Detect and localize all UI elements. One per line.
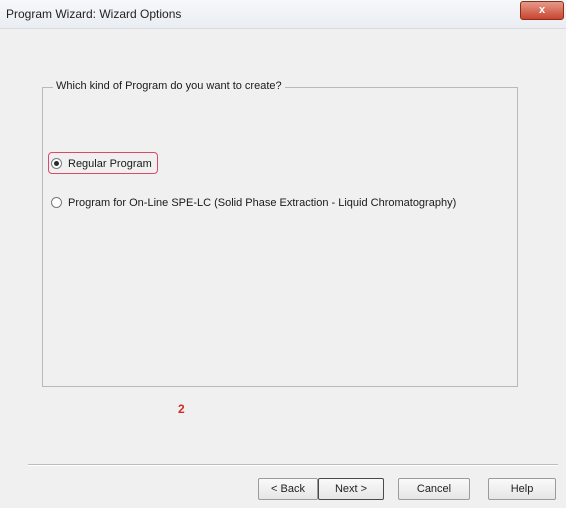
step-annotation: 2 <box>178 402 185 416</box>
close-button[interactable]: x <box>520 1 564 20</box>
regular-program-label[interactable]: Regular Program <box>68 158 152 170</box>
radio-unchecked-icon[interactable] <box>51 196 62 208</box>
back-button[interactable]: < Back <box>258 478 318 500</box>
cancel-button[interactable]: Cancel <box>398 478 470 500</box>
wizard-window: Program Wizard: Wizard Options x Which k… <box>0 0 566 508</box>
program-type-group: Which kind of Program do you want to cre… <box>42 80 518 387</box>
spe-lc-program-option[interactable]: Program for On-Line SPE-LC (Solid Phase … <box>51 195 456 211</box>
regular-program-option[interactable]: Regular Program <box>51 156 152 172</box>
help-button[interactable]: Help <box>488 478 556 500</box>
close-icon: x <box>538 4 546 16</box>
spe-lc-program-label[interactable]: Program for On-Line SPE-LC (Solid Phase … <box>68 197 456 209</box>
group-legend: Which kind of Program do you want to cre… <box>53 80 285 92</box>
next-button[interactable]: Next > <box>318 478 384 500</box>
window-title: Program Wizard: Wizard Options <box>6 7 182 21</box>
radio-checked-icon[interactable] <box>51 157 62 169</box>
title-bar: Program Wizard: Wizard Options x <box>0 0 566 29</box>
wizard-content: Which kind of Program do you want to cre… <box>8 32 558 452</box>
button-separator <box>28 464 558 466</box>
